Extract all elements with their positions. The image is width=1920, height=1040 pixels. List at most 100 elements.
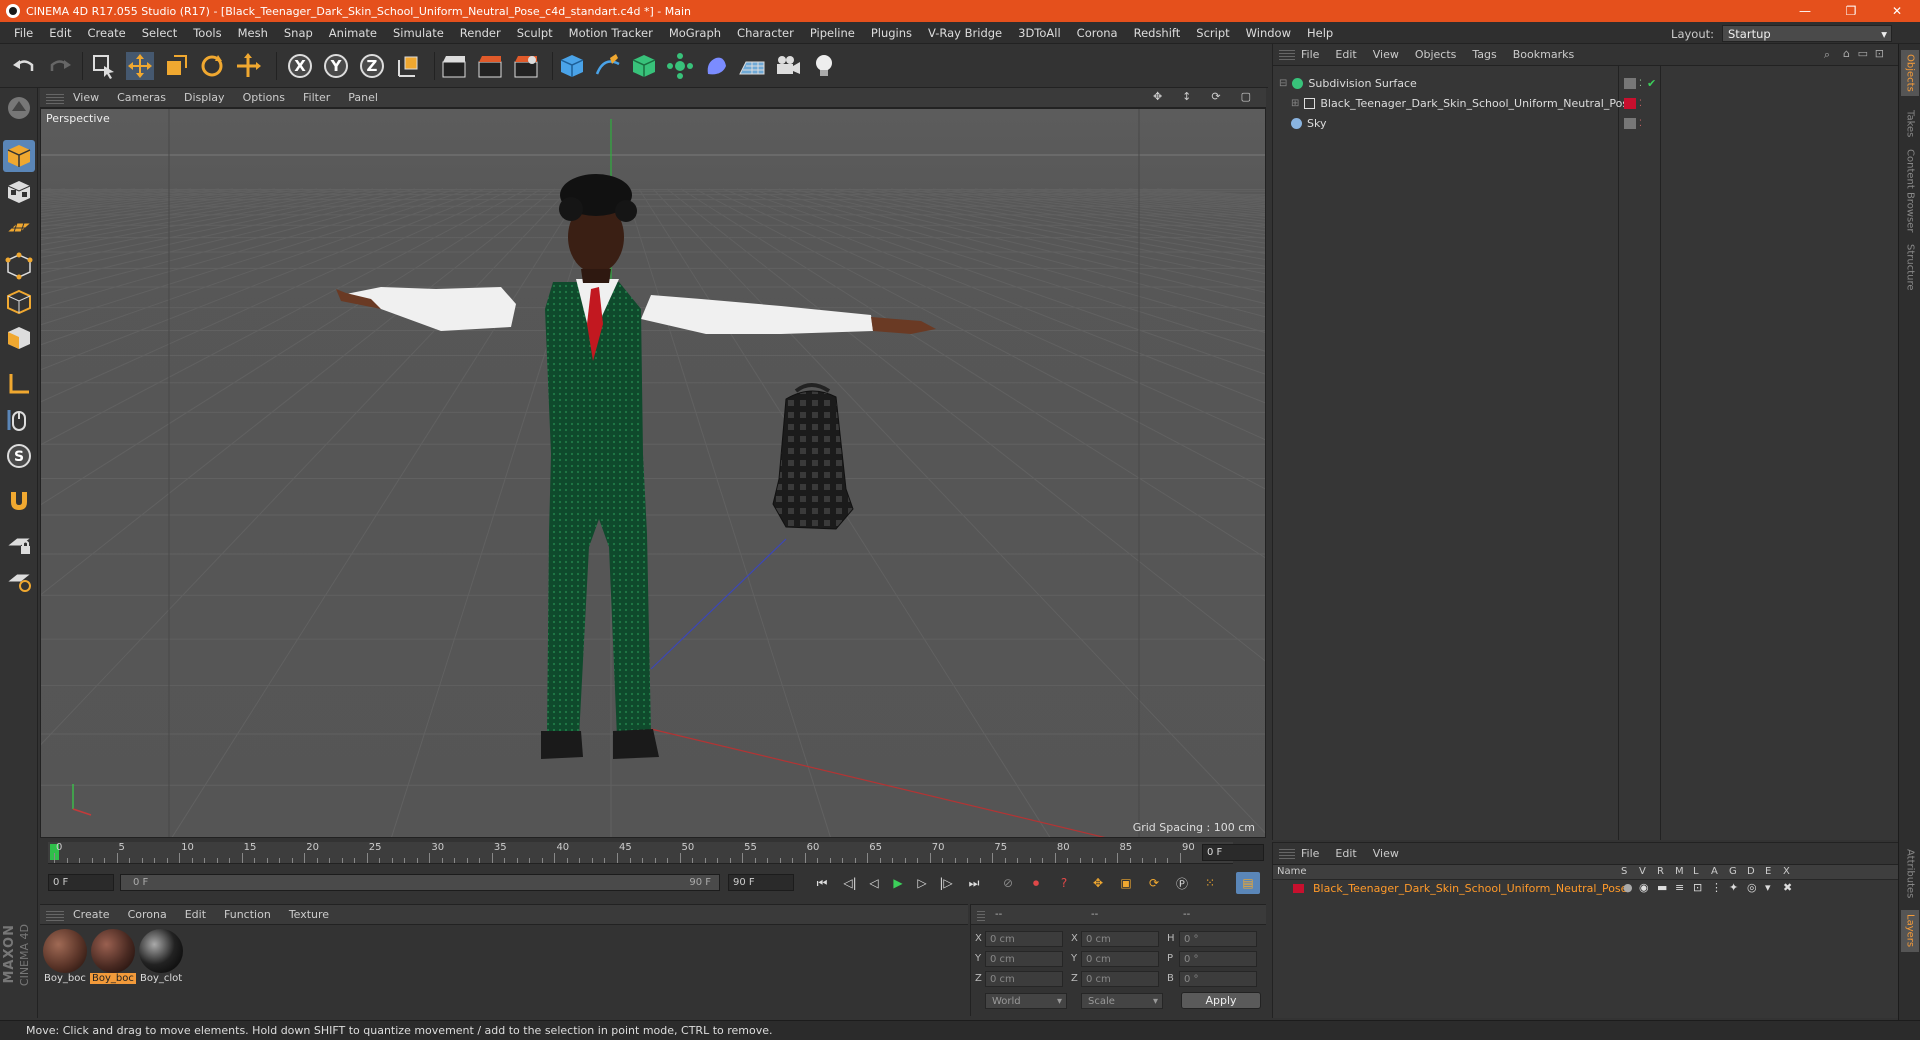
layer-col-xrefs[interactable]: X — [1783, 866, 1790, 877]
menu-script[interactable]: Script — [1188, 26, 1237, 40]
eye-toggle-icon[interactable]: ◉ — [1639, 881, 1649, 894]
viewport-menu-panel[interactable]: Panel — [339, 91, 387, 104]
traffic-light-icon[interactable]: ⁚ — [1639, 79, 1642, 89]
menu-simulate[interactable]: Simulate — [385, 26, 452, 40]
minimize-button[interactable]: — — [1782, 0, 1828, 22]
layer-col-render[interactable]: R — [1657, 866, 1664, 877]
make-editable-button[interactable] — [3, 92, 35, 124]
viewport-menu-display[interactable]: Display — [175, 91, 234, 104]
tab-takes[interactable]: Takes — [1901, 104, 1919, 144]
object-row-teenager[interactable]: ⊞ Black_Teenager_Dark_Skin_School_Unifor… — [1273, 94, 1899, 113]
axis-mode-button[interactable] — [3, 368, 35, 400]
viewport-menu-options[interactable]: Options — [234, 91, 294, 104]
rot-p-field[interactable]: 0 ° — [1179, 951, 1257, 967]
viewport-menu-view[interactable]: View — [64, 91, 108, 104]
layer-col-locked[interactable]: L — [1693, 866, 1699, 877]
key-position-button[interactable]: ✥ — [1086, 872, 1110, 894]
edges-mode-button[interactable] — [3, 286, 35, 318]
key-rotation-button[interactable]: ⟳ — [1142, 872, 1166, 894]
undo-button[interactable] — [8, 50, 40, 82]
object-menu-bookmarks[interactable]: Bookmarks — [1505, 48, 1582, 61]
add-spline-button[interactable] — [592, 50, 624, 82]
layer-menu-file[interactable]: File — [1293, 847, 1327, 860]
viewport-menu-filter[interactable]: Filter — [294, 91, 339, 104]
layer-col-manager[interactable]: M — [1675, 866, 1684, 877]
layer-color-swatch[interactable] — [1293, 884, 1304, 893]
material-menu-texture[interactable]: Texture — [280, 908, 338, 921]
tab-layers[interactable]: Layers — [1901, 910, 1919, 952]
orbit-view-icon[interactable]: ⟳ — [1202, 90, 1229, 103]
menu-motion-tracker[interactable]: Motion Tracker — [561, 26, 661, 40]
expression-toggle-icon[interactable]: ▾ — [1765, 881, 1771, 894]
solo-mode-button[interactable]: S — [3, 440, 35, 472]
material-menu-edit[interactable]: Edit — [176, 908, 215, 921]
workplane-mode-button[interactable] — [3, 212, 35, 244]
object-menu-tags[interactable]: Tags — [1464, 48, 1504, 61]
render-settings-button[interactable] — [510, 50, 542, 82]
tab-objects[interactable]: Objects — [1901, 50, 1919, 96]
add-camera-button[interactable] — [772, 50, 804, 82]
add-cube-button[interactable] — [556, 50, 588, 82]
layer-col-deformers[interactable]: D — [1747, 866, 1755, 877]
scale-tool-button[interactable] — [160, 50, 192, 82]
menu-mograph[interactable]: MoGraph — [661, 26, 729, 40]
current-frame-field[interactable]: 0 F — [1202, 844, 1264, 861]
menu-pipeline[interactable]: Pipeline — [802, 26, 863, 40]
tab-content-browser[interactable]: Content Browser — [1901, 148, 1919, 234]
traffic-light-icon[interactable]: ⁚ — [1639, 99, 1642, 109]
generator-toggle-icon[interactable]: ✦ — [1729, 881, 1738, 894]
y-axis-lock-button[interactable]: Y — [320, 50, 352, 82]
model-mode-button[interactable] — [3, 140, 35, 172]
animation-toggle-icon[interactable]: ⋮ — [1711, 881, 1722, 894]
menu-edit[interactable]: Edit — [41, 26, 79, 40]
menu-file[interactable]: File — [6, 26, 41, 40]
menu-redshift[interactable]: Redshift — [1126, 26, 1189, 40]
apply-button[interactable]: Apply — [1181, 992, 1261, 1009]
collapse-icon[interactable]: ⊟ — [1279, 78, 1287, 89]
menu-character[interactable]: Character — [729, 26, 802, 40]
x-axis-lock-button[interactable]: X — [284, 50, 316, 82]
menu-create[interactable]: Create — [80, 26, 134, 40]
layer-menu-edit[interactable]: Edit — [1327, 847, 1364, 860]
redo-button[interactable] — [44, 50, 76, 82]
render-view-button[interactable] — [438, 50, 470, 82]
tab-structure[interactable]: Structure — [1901, 240, 1919, 294]
toggle-layout-icon[interactable]: ▢ — [1232, 90, 1260, 103]
tab-attributes[interactable]: Attributes — [1901, 844, 1919, 904]
pos-x-field[interactable]: 0 cm — [985, 931, 1063, 947]
object-row-subdivision-surface[interactable]: ⊟ Subdivision Surface ⁚ ✔ — [1273, 74, 1899, 93]
end-frame-field[interactable]: 90 F — [728, 874, 794, 891]
material-menu-function[interactable]: Function — [215, 908, 280, 921]
texture-mode-button[interactable] — [3, 176, 35, 208]
perspective-viewport[interactable]: Perspective Grid Spacing : 100 cm — [40, 108, 1266, 838]
layer-col-generators[interactable]: G — [1729, 866, 1737, 877]
editor-visibility-icon[interactable] — [1624, 78, 1636, 89]
layout-dropdown[interactable]: Startup ▾ — [1722, 25, 1892, 42]
object-row-sky[interactable]: Sky ⁚ — [1273, 114, 1899, 133]
key-scale-button[interactable]: ▣ — [1114, 872, 1138, 894]
add-array-button[interactable] — [664, 50, 696, 82]
move-tool-button[interactable] — [124, 50, 156, 82]
next-key-button[interactable]: |▷ — [934, 872, 958, 894]
object-menu-file[interactable]: File — [1293, 48, 1327, 61]
add-floor-button[interactable] — [736, 50, 768, 82]
material-swatch[interactable]: Boy_boc — [42, 929, 88, 989]
next-frame-button[interactable]: ▷ — [910, 872, 934, 894]
object-menu-edit[interactable]: Edit — [1327, 48, 1364, 61]
play-button[interactable]: ▶ — [886, 872, 910, 894]
coordinate-mode-dropdown[interactable]: World ▾ — [985, 993, 1067, 1009]
menu-sculpt[interactable]: Sculpt — [509, 26, 561, 40]
menu-snap[interactable]: Snap — [276, 26, 321, 40]
layer-menu-view[interactable]: View — [1365, 847, 1407, 860]
lock-workplane-button[interactable] — [3, 528, 35, 560]
manager-toggle-icon[interactable]: ≡ — [1675, 881, 1684, 894]
layer-col-solo[interactable]: S — [1621, 866, 1627, 877]
pos-y-field[interactable]: 0 cm — [985, 951, 1063, 967]
snap-enable-button[interactable] — [3, 484, 35, 516]
solo-toggle-icon[interactable]: ● — [1623, 881, 1633, 894]
size-z-field[interactable]: 0 cm — [1081, 971, 1159, 987]
close-button[interactable]: ✕ — [1874, 0, 1920, 22]
previous-frame-button[interactable]: ◁ — [862, 872, 886, 894]
previous-key-button[interactable]: ◁| — [838, 872, 862, 894]
layer-row[interactable]: Black_Teenager_Dark_Skin_School_Uniform_… — [1273, 880, 1898, 897]
